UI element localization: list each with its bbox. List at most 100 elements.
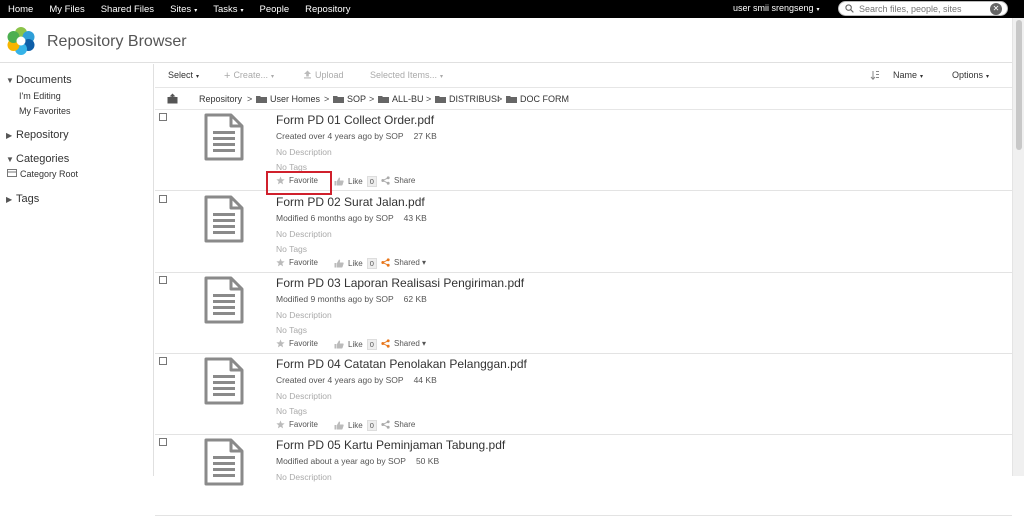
- row-checkbox[interactable]: [159, 438, 167, 446]
- file-meta: Modified about a year ago by SOP 50 KB: [276, 456, 439, 466]
- breadcrumb: Repository > User Homes > SOP > ALL-BU >…: [155, 89, 1012, 110]
- like-label: Like: [348, 340, 363, 349]
- document-icon[interactable]: [204, 276, 244, 324]
- plus-icon: +: [224, 70, 231, 82]
- file-name-link[interactable]: Form PD 04 Catatan Penolakan Pelanggan.p…: [276, 357, 527, 371]
- chevron-down-icon: ▾: [816, 7, 820, 13]
- select-menu-button[interactable]: Select ▾: [168, 70, 199, 80]
- options-menu[interactable]: Options ▾: [952, 70, 989, 80]
- breadcrumb-doc-form[interactable]: DOC FORM: [506, 94, 569, 104]
- nav-sites[interactable]: Sites ▾: [162, 4, 205, 15]
- file-size: 27 KB: [413, 131, 437, 141]
- create-menu-button[interactable]: + Create... ▾: [224, 70, 274, 82]
- row-checkbox[interactable]: [159, 195, 167, 203]
- breadcrumb-user-homes[interactable]: User Homes: [256, 94, 320, 104]
- file-description: No Description: [276, 391, 332, 401]
- breadcrumb-distribusi[interactable]: DISTRIBUSI: [435, 94, 500, 104]
- scrollbar-thumb[interactable]: [1016, 20, 1022, 150]
- nav-my-files[interactable]: My Files: [41, 4, 92, 15]
- like-button[interactable]: Like 0: [334, 339, 377, 350]
- share-label: Share: [394, 420, 416, 429]
- nav-category-root[interactable]: Category Root: [7, 169, 78, 179]
- like-button[interactable]: Like 0: [334, 176, 377, 187]
- nav-my-favorites[interactable]: My Favorites: [19, 106, 71, 116]
- favorite-label: Favorite: [289, 176, 318, 185]
- breadcrumb-label: ALL-BU: [392, 94, 424, 104]
- document-icon[interactable]: [204, 357, 244, 405]
- nav-section-tags[interactable]: ▶ Tags: [6, 193, 39, 205]
- nav-section-label: Categories: [16, 153, 70, 165]
- row-checkbox[interactable]: [159, 357, 167, 365]
- document-icon[interactable]: [204, 195, 244, 243]
- nav-section-label: Tags: [16, 193, 40, 205]
- file-size: 50 KB: [415, 456, 440, 466]
- user-menu[interactable]: user smii srengseng ▾: [733, 3, 820, 13]
- select-label: Select: [168, 70, 194, 80]
- breadcrumb-all-bu[interactable]: ALL-BU: [378, 94, 424, 104]
- like-count: 0: [366, 258, 377, 269]
- nav-sites-label: Sites: [170, 3, 192, 15]
- file-tags: No Tags: [276, 162, 308, 172]
- share-icon: [381, 258, 390, 267]
- like-count: 0: [366, 420, 377, 431]
- clear-search-icon[interactable]: ✕: [990, 3, 1002, 15]
- nav-section-documents[interactable]: ▼ Documents: [6, 74, 72, 86]
- file-size: 62 KB: [403, 294, 427, 304]
- share-button[interactable]: Shared ▾: [381, 339, 426, 348]
- share-button[interactable]: Share: [381, 176, 415, 185]
- file-name-link[interactable]: Form PD 01 Collect Order.pdf: [276, 113, 434, 127]
- favorite-button[interactable]: Favorite: [276, 339, 318, 348]
- expand-triangle-icon: ▼: [6, 155, 14, 164]
- file-size: 43 KB: [403, 213, 427, 223]
- favorite-button[interactable]: Favorite: [276, 258, 318, 267]
- like-button[interactable]: Like 0: [334, 420, 377, 431]
- vertical-scrollbar[interactable]: [1012, 18, 1024, 476]
- doclist-toolbar: Select ▾ + Create... ▾ Upload Selected Item…: [155, 64, 1012, 88]
- breadcrumb-label: DISTRIBUSI: [449, 94, 500, 104]
- file-meta: Created over 4 years ago by SOP 27 KB: [276, 131, 437, 141]
- sort-field-label: Name: [893, 70, 918, 80]
- selected-items-menu[interactable]: Selected Items... ▾: [370, 70, 443, 80]
- nav-im-editing[interactable]: I'm Editing: [19, 91, 61, 101]
- favorite-button[interactable]: Favorite: [276, 420, 318, 429]
- breadcrumb-sop[interactable]: SOP: [333, 94, 366, 104]
- favorite-button[interactable]: Favorite: [276, 176, 318, 185]
- nav-people[interactable]: People: [252, 4, 298, 15]
- search-icon: [845, 4, 854, 13]
- upload-button[interactable]: Upload: [303, 70, 344, 80]
- file-description: No Description: [276, 147, 332, 157]
- nav-section-repository[interactable]: ▶ Repository: [6, 129, 69, 141]
- upload-icon: [304, 70, 311, 79]
- nav-repository[interactable]: Repository: [297, 4, 358, 15]
- folder-icon: [256, 96, 267, 103]
- share-button[interactable]: Shared ▾: [381, 258, 426, 267]
- chevron-down-icon: ▾: [270, 74, 274, 80]
- sort-field-menu[interactable]: Name ▾: [893, 70, 923, 80]
- row-checkbox[interactable]: [159, 276, 167, 284]
- search-input[interactable]: [859, 3, 989, 15]
- breadcrumb-repository[interactable]: Repository: [199, 94, 242, 104]
- file-tags: No Tags: [276, 244, 308, 254]
- like-button[interactable]: Like 0: [334, 258, 377, 269]
- nav-section-categories[interactable]: ▼ Categories: [6, 153, 69, 165]
- folder-icon: [378, 96, 389, 103]
- share-label: Shared ▾: [394, 258, 427, 267]
- document-icon[interactable]: [204, 113, 244, 161]
- sort-direction-button[interactable]: [870, 70, 880, 82]
- file-name-link[interactable]: Form PD 03 Laporan Realisasi Pengiriman.…: [276, 276, 524, 290]
- nav-home[interactable]: Home: [0, 4, 41, 15]
- like-count: 0: [366, 339, 377, 350]
- file-name-link[interactable]: Form PD 05 Kartu Peminjaman Tabung.pdf: [276, 438, 505, 452]
- nav-shared-files[interactable]: Shared Files: [93, 4, 162, 15]
- like-label: Like: [348, 177, 363, 186]
- folder-up-icon[interactable]: [167, 93, 178, 104]
- upload-label: Upload: [315, 70, 344, 80]
- file-description: No Description: [276, 310, 332, 320]
- breadcrumb-label: DOC FORM: [520, 94, 569, 104]
- share-button[interactable]: Share: [381, 420, 415, 429]
- document-icon[interactable]: [204, 438, 244, 486]
- row-checkbox[interactable]: [159, 113, 167, 121]
- folder-icon: [333, 96, 344, 103]
- nav-tasks[interactable]: Tasks ▾: [205, 4, 251, 15]
- file-name-link[interactable]: Form PD 02 Surat Jalan.pdf: [276, 195, 425, 209]
